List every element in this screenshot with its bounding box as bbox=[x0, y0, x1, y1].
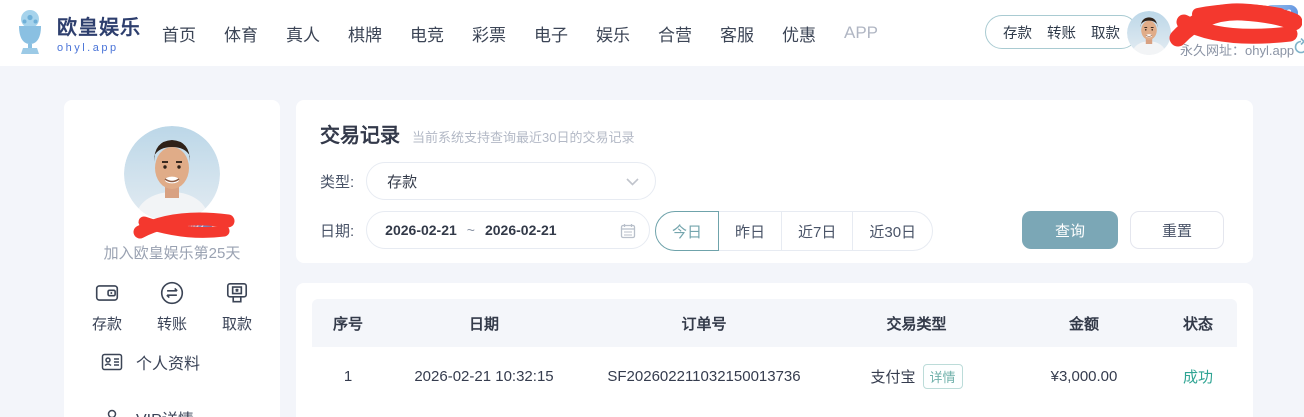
chevron-down-icon bbox=[626, 178, 639, 186]
col-date: 日期 bbox=[468, 315, 499, 333]
sidebar-deposit-label: 存款 bbox=[92, 316, 123, 333]
col-type: 交易类型 bbox=[886, 315, 947, 333]
cell-amount: ¥3,000.00 bbox=[1050, 367, 1118, 385]
date-separator: ~ bbox=[466, 222, 475, 238]
sidebar-transfer-button[interactable]: 转账 bbox=[157, 280, 187, 334]
cell-date: 2026-02-21 10:32:15 bbox=[414, 367, 554, 385]
calendar-icon bbox=[620, 223, 636, 239]
permanent-url[interactable]: 永久网址：ohyl.app bbox=[1180, 40, 1294, 59]
withdraw-link[interactable]: 取款 bbox=[1091, 22, 1120, 43]
nav-slots[interactable]: 电子 bbox=[534, 21, 568, 46]
sidebar-item-vip-label: VIP详情 bbox=[136, 406, 194, 417]
nav-home[interactable]: 首页 bbox=[162, 21, 196, 46]
col-status: 状态 bbox=[1182, 315, 1213, 333]
range-7days-button[interactable]: 近7日 bbox=[781, 211, 854, 251]
cell-index: 1 bbox=[343, 367, 353, 385]
transactions-table-card: 序号 日期 订单号 交易类型 金额 状态 1 2026-02-21 10:32:… bbox=[296, 283, 1253, 417]
transfer-link[interactable]: 转账 bbox=[1047, 22, 1076, 43]
date-range-input[interactable]: 2026-02-21 ~ 2026-02-21 bbox=[366, 211, 651, 249]
id-card-icon bbox=[100, 350, 124, 374]
date-label: 日期: bbox=[320, 222, 355, 240]
reset-button[interactable]: 重置 bbox=[1130, 211, 1224, 249]
nav-live[interactable]: 真人 bbox=[286, 21, 320, 46]
redaction-scribble bbox=[132, 208, 236, 244]
refresh-icon[interactable] bbox=[1292, 38, 1304, 56]
nav-esports[interactable]: 电竞 bbox=[410, 21, 444, 46]
type-select-value: 存款 bbox=[387, 173, 418, 191]
main-nav: 首页 体育 真人 棋牌 电竞 彩票 电子 娱乐 合营 客服 优惠 APP bbox=[162, 0, 878, 66]
nav-lottery[interactable]: 彩票 bbox=[472, 21, 506, 46]
nav-app[interactable]: APP bbox=[844, 23, 878, 43]
sidebar-item-vip[interactable]: VIP详情 bbox=[100, 406, 194, 417]
type-select[interactable]: 存款 bbox=[366, 162, 657, 200]
site-logo[interactable]: 欧皇娱乐 ohyl.app bbox=[12, 9, 141, 55]
sidebar-item-profile[interactable]: 个人资料 bbox=[100, 350, 200, 374]
query-button[interactable]: 查询 bbox=[1022, 211, 1118, 249]
trophy-logo-icon bbox=[12, 9, 48, 55]
range-yesterday-button[interactable]: 昨日 bbox=[718, 211, 783, 251]
table-row: 1 2026-02-21 10:32:15 SF2026022110321500… bbox=[312, 347, 1237, 405]
wallet-quick-actions: 存款 转账 取款 bbox=[985, 15, 1138, 49]
date-start-value: 2026-02-21 bbox=[385, 222, 457, 238]
wallet-icon bbox=[94, 280, 120, 306]
nav-support[interactable]: 客服 bbox=[720, 21, 754, 46]
site-domain: ohyl.app bbox=[57, 41, 119, 54]
sidebar-withdraw-label: 取款 bbox=[221, 316, 252, 333]
site-title: 欧皇娱乐 bbox=[57, 16, 141, 39]
deposit-link[interactable]: 存款 bbox=[1003, 22, 1032, 43]
sidebar-withdraw-button[interactable]: 取款 bbox=[222, 280, 252, 334]
withdraw-icon bbox=[224, 280, 250, 306]
nav-partnership[interactable]: 合营 bbox=[658, 21, 692, 46]
date-quick-range-group: 今日 昨日 近7日 近30日 bbox=[655, 211, 934, 251]
transactions-table: 序号 日期 订单号 交易类型 金额 状态 1 2026-02-21 10:32:… bbox=[312, 299, 1237, 405]
top-bar: 欧皇娱乐 ohyl.app 首页 体育 真人 棋牌 电竞 彩票 电子 娱乐 合营… bbox=[0, 0, 1304, 66]
range-today-button[interactable]: 今日 bbox=[655, 211, 720, 251]
profile-sidebar: VIP2 加入欧皇娱乐第25天 存款 转账 取款 个人资料 bbox=[64, 100, 280, 417]
col-order-no: 订单号 bbox=[681, 315, 727, 333]
detail-badge-button[interactable]: 详情 bbox=[922, 363, 963, 389]
sidebar-deposit-button[interactable]: 存款 bbox=[92, 280, 122, 334]
col-amount: 金额 bbox=[1068, 315, 1099, 333]
cell-type: 支付宝 详情 bbox=[824, 363, 1009, 389]
type-label: 类型: bbox=[320, 173, 355, 191]
avatar[interactable] bbox=[1127, 11, 1171, 55]
cell-status: 成功 bbox=[1182, 368, 1213, 386]
range-30days-button[interactable]: 近30日 bbox=[852, 211, 934, 251]
cell-order-no: SF202602211032150013736 bbox=[607, 367, 801, 385]
sidebar-transfer-label: 转账 bbox=[156, 316, 187, 333]
col-index: 序号 bbox=[332, 315, 363, 333]
nav-chess[interactable]: 棋牌 bbox=[348, 21, 382, 46]
nav-sports[interactable]: 体育 bbox=[224, 21, 258, 46]
sidebar-actions: 存款 转账 取款 bbox=[64, 280, 280, 334]
page-title: 交易记录 bbox=[320, 125, 400, 147]
table-header-row: 序号 日期 订单号 交易类型 金额 状态 bbox=[312, 299, 1237, 347]
date-end-value: 2026-02-21 bbox=[484, 222, 557, 238]
page-subtitle: 当前系统支持查询最近30日的交易记录 bbox=[412, 130, 635, 145]
nav-promos[interactable]: 优惠 bbox=[782, 21, 816, 46]
sidebar-item-profile-label: 个人资料 bbox=[136, 356, 201, 373]
filter-card: 交易记录 当前系统支持查询最近30日的交易记录 类型: 存款 日期: 2026-… bbox=[296, 100, 1253, 263]
transfer-icon bbox=[159, 280, 185, 306]
join-days-text: 加入欧皇娱乐第25天 bbox=[103, 245, 241, 262]
nav-entertainment[interactable]: 娱乐 bbox=[596, 21, 630, 46]
payment-type: 支付宝 bbox=[870, 368, 916, 386]
person-icon bbox=[100, 406, 124, 417]
